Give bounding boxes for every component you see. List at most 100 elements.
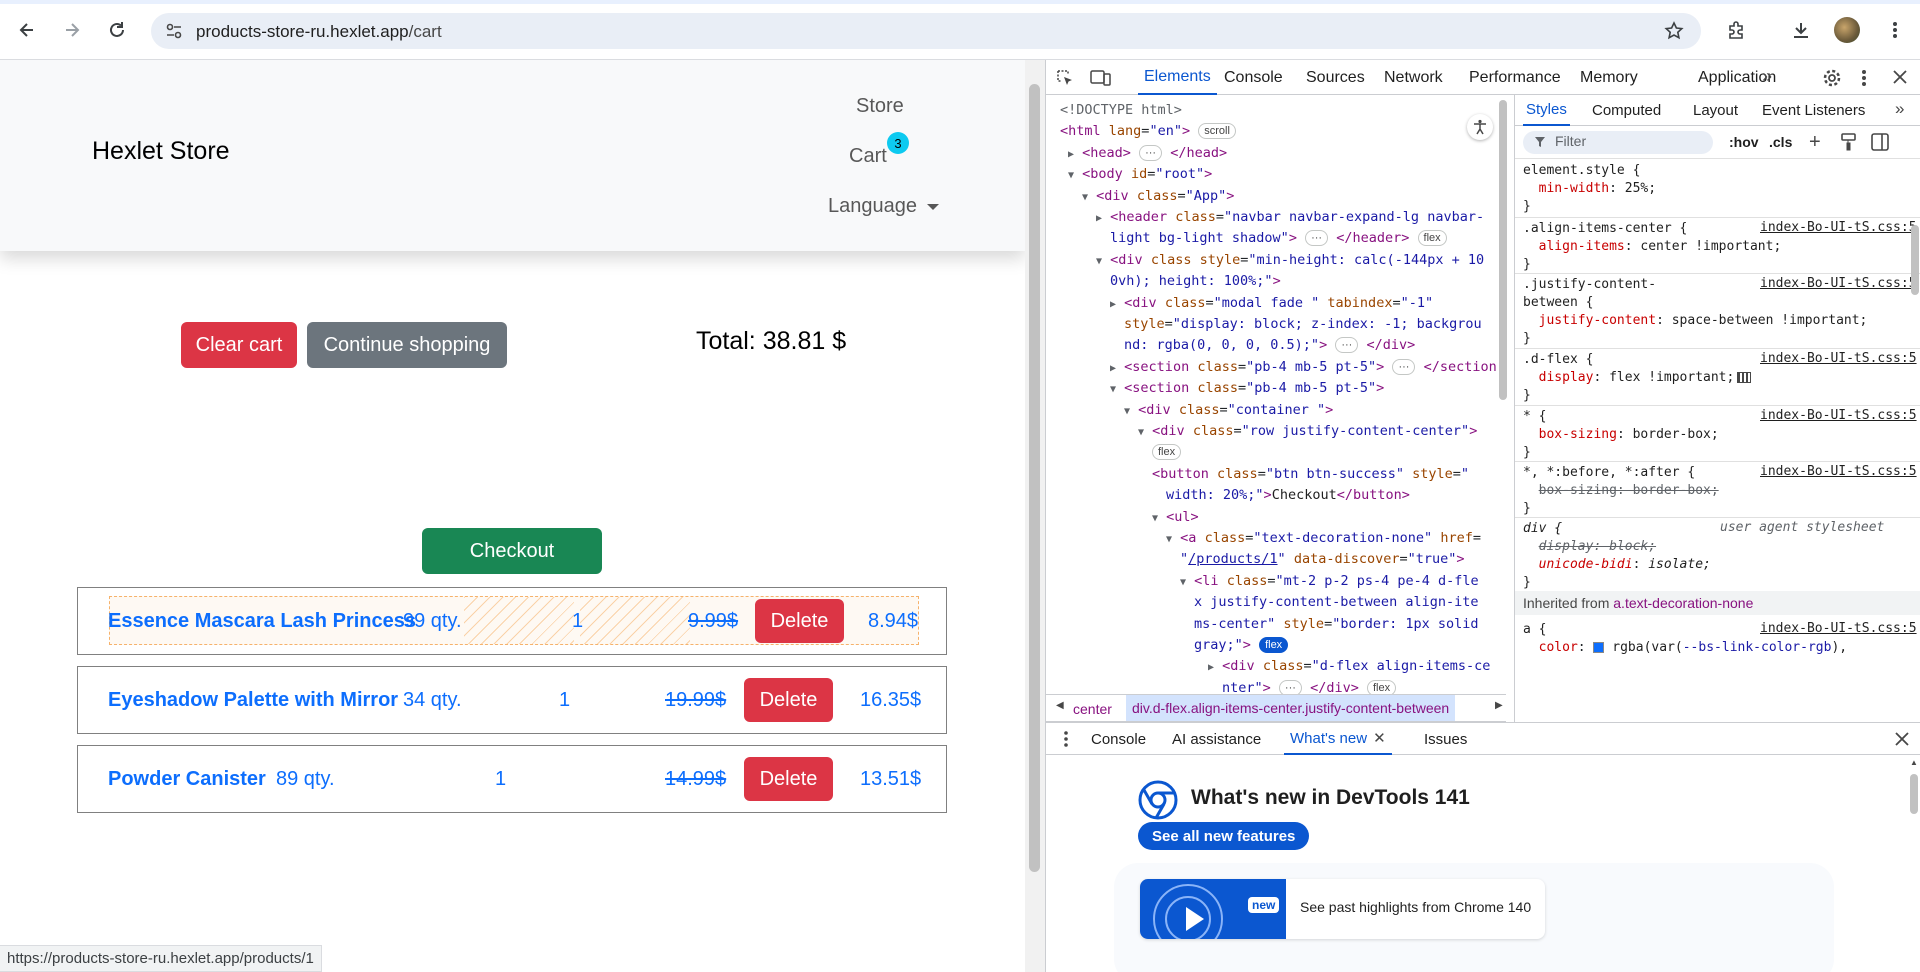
clear-cart-button[interactable]: Clear cart bbox=[181, 322, 297, 368]
delete-button[interactable]: Delete bbox=[755, 599, 844, 643]
scroll-up-arrow-icon[interactable]: ▲ bbox=[1910, 758, 1918, 767]
menu-dots-icon[interactable] bbox=[1878, 13, 1912, 47]
dom-node-line[interactable]: ▼ <section class="pb-4 mb-5 pt-5"> bbox=[1110, 378, 1384, 399]
tab-computed[interactable]: Computed bbox=[1592, 95, 1661, 126]
cls-toggle[interactable]: .cls bbox=[1769, 134, 1792, 150]
breadcrumb-current[interactable]: div.d-flex.align-items-center.justify-co… bbox=[1126, 695, 1456, 721]
drawer-scrollbar[interactable]: ▲ bbox=[1908, 758, 1920, 972]
dom-node-line[interactable]: x justify-content-between align-ite bbox=[1194, 592, 1478, 613]
cart-item-row[interactable]: Essence Mascara Lash Princess 99 qty. 1 … bbox=[77, 587, 947, 655]
back-arrow-icon[interactable] bbox=[10, 13, 44, 47]
tab-performance[interactable]: Performance bbox=[1469, 60, 1561, 95]
dom-node-line[interactable]: light bg-light shadow"> ··· </header> fl… bbox=[1110, 228, 1447, 249]
cart-item-row[interactable]: Powder Canister 89 qty. 1 14.99$ Delete … bbox=[77, 745, 947, 813]
breadcrumb-left-arrow-icon[interactable]: ◀ bbox=[1056, 700, 1064, 711]
dom-node-line[interactable]: gray;"> flex bbox=[1194, 635, 1289, 656]
checkout-button[interactable]: Checkout bbox=[422, 528, 602, 574]
rule-align-items-center[interactable]: .align-items-center { align-items: cente… bbox=[1523, 220, 1781, 274]
dom-node-line[interactable]: ▼ <a class="text-decoration-none" href= bbox=[1166, 528, 1481, 549]
tab-styles[interactable]: Styles bbox=[1523, 95, 1570, 126]
dom-node-line[interactable]: <!DOCTYPE html> bbox=[1060, 100, 1182, 121]
rule-d-flex[interactable]: .d-flex { display: flex !important; } bbox=[1523, 351, 1752, 405]
profile-avatar[interactable] bbox=[1834, 17, 1860, 43]
item-name[interactable]: Essence Mascara Lash Princess bbox=[108, 588, 416, 654]
color-swatch[interactable] bbox=[1593, 642, 1605, 653]
dom-node-line[interactable]: ▼ <div class="container "> bbox=[1124, 400, 1333, 421]
dom-node-line[interactable]: ▶ <head> ··· </head> bbox=[1068, 143, 1227, 164]
new-style-rule-icon[interactable]: + bbox=[1809, 132, 1821, 152]
breadcrumb-prev[interactable]: center bbox=[1073, 701, 1112, 717]
bookmark-star-icon[interactable] bbox=[1664, 21, 1684, 41]
tab-console[interactable]: Console bbox=[1224, 60, 1283, 95]
hov-toggle[interactable]: :hov bbox=[1729, 134, 1759, 150]
more-tabs-chevron-icon[interactable]: » bbox=[1762, 66, 1772, 87]
settings-gear-icon[interactable] bbox=[1822, 68, 1842, 88]
styles-scrollbar-thumb[interactable] bbox=[1911, 225, 1919, 295]
dom-node-line[interactable]: ms-center" style="border: 1px solid bbox=[1194, 614, 1479, 635]
nav-store-link[interactable]: Store bbox=[856, 95, 904, 118]
rule-universal[interactable]: * { box-sizing: border-box; } bbox=[1523, 408, 1719, 462]
accessibility-tree-icon[interactable] bbox=[1467, 114, 1493, 140]
dom-node-line[interactable]: ▼ <li class="mt-2 p-2 ps-4 pe-4 d-fle bbox=[1180, 571, 1479, 592]
dom-node-line[interactable]: ▼ <div class="row justify-content-center… bbox=[1138, 421, 1477, 442]
styles-filter-input[interactable]: Filter bbox=[1523, 131, 1713, 154]
more-panes-chevron-icon[interactable]: » bbox=[1895, 99, 1904, 119]
see-all-features-button[interactable]: See all new features bbox=[1138, 822, 1310, 850]
page-scrollbar[interactable] bbox=[1025, 60, 1045, 972]
rule-source-link[interactable]: index-Bo-UI-tS.css:5 bbox=[1760, 220, 1917, 235]
dom-node-line[interactable]: ▶ <header class="navbar navbar-expand-lg… bbox=[1096, 207, 1484, 228]
dom-node-line[interactable]: ▼ <div class style="min-height: calc(-14… bbox=[1096, 250, 1484, 271]
rule-universal-pseudo[interactable]: *, *:before, *:after { box-sizing: borde… bbox=[1523, 464, 1719, 518]
tab-sources[interactable]: Sources bbox=[1306, 60, 1365, 95]
tab-memory[interactable]: Memory bbox=[1580, 60, 1638, 95]
tab-layout[interactable]: Layout bbox=[1693, 95, 1738, 126]
reload-icon[interactable] bbox=[100, 13, 134, 47]
drawer-menu-icon[interactable] bbox=[1063, 730, 1069, 748]
rule-source-link[interactable]: index-Bo-UI-tS.css:5 bbox=[1760, 276, 1917, 291]
dom-node-line[interactable]: ▶ <div class="modal fade " tabindex="-1" bbox=[1110, 293, 1433, 314]
tab-event-listeners[interactable]: Event Listeners bbox=[1762, 95, 1865, 126]
delete-button[interactable]: Delete bbox=[744, 757, 833, 801]
download-icon[interactable] bbox=[1784, 13, 1818, 47]
tab-elements[interactable]: Elements bbox=[1138, 60, 1217, 95]
dom-node-line[interactable]: ▶ <div class="d-flex align-items-ce bbox=[1208, 656, 1490, 677]
close-tab-icon[interactable]: ✕ bbox=[1373, 729, 1386, 747]
paint-brush-icon[interactable] bbox=[1841, 133, 1857, 151]
language-dropdown[interactable]: Language bbox=[828, 195, 939, 218]
drawer-scrollbar-thumb[interactable] bbox=[1910, 774, 1918, 814]
cart-item-row[interactable]: Eyeshadow Palette with Mirror 34 qty. 1 … bbox=[77, 666, 947, 734]
close-devtools-icon[interactable] bbox=[1893, 70, 1907, 84]
continue-shopping-button[interactable]: Continue shopping bbox=[307, 322, 507, 368]
item-name[interactable]: Eyeshadow Palette with Mirror bbox=[108, 667, 398, 733]
dom-node-line[interactable]: "/products/1" data-discover="true"> bbox=[1180, 549, 1465, 570]
dom-node-line[interactable]: ▼ <div class="App"> bbox=[1082, 186, 1234, 207]
rule-source-link[interactable]: index-Bo-UI-tS.css:5 bbox=[1760, 621, 1917, 636]
extensions-icon[interactable] bbox=[1719, 13, 1753, 47]
drawer-tab-issues[interactable]: Issues bbox=[1424, 723, 1467, 755]
rule-source-link[interactable]: index-Bo-UI-tS.css:5 bbox=[1760, 351, 1917, 366]
rule-source-link[interactable]: index-Bo-UI-tS.css:5 bbox=[1760, 408, 1917, 423]
dom-node-line[interactable]: ▼ <ul> bbox=[1152, 507, 1199, 528]
rule-element-style[interactable]: element.style { min-width: 25%; } bbox=[1523, 162, 1656, 216]
elements-scrollbar-thumb[interactable] bbox=[1499, 100, 1507, 400]
address-bar[interactable]: products-store-ru.hexlet.app/cart bbox=[151, 13, 1701, 49]
close-drawer-icon[interactable] bbox=[1895, 732, 1909, 746]
breadcrumb-right-arrow-icon[interactable]: ▶ bbox=[1495, 700, 1503, 711]
dom-node-line[interactable]: 0vh); height: 100%;"> bbox=[1110, 271, 1281, 292]
inspect-element-icon[interactable] bbox=[1055, 68, 1075, 88]
nav-cart-link[interactable]: Cart bbox=[849, 145, 887, 168]
drawer-tab-console[interactable]: Console bbox=[1091, 723, 1146, 755]
page-scrollbar-thumb[interactable] bbox=[1029, 84, 1040, 872]
past-highlights-link[interactable]: new See past highlights from Chrome 140 bbox=[1140, 879, 1545, 939]
drawer-tab-ai-assistance[interactable]: AI assistance bbox=[1172, 723, 1261, 755]
drawer-tab-whats-new[interactable]: What's new ✕ bbox=[1284, 723, 1392, 755]
tab-network[interactable]: Network bbox=[1384, 60, 1443, 95]
dom-node-line[interactable]: <html lang="en"> scroll bbox=[1060, 121, 1236, 142]
elements-scrollbar[interactable] bbox=[1497, 100, 1507, 700]
dom-node-line[interactable]: nd: rgba(0, 0, 0, 0.5);"> ··· </div> bbox=[1124, 335, 1415, 356]
dom-node-line[interactable]: width: 20%;">Checkout</button> bbox=[1166, 485, 1410, 506]
elements-tree[interactable]: <!DOCTYPE html> <html lang="en"> scroll ▶ … bbox=[1046, 95, 1496, 709]
brand-logo[interactable]: Hexlet Store bbox=[92, 137, 230, 166]
dom-node-line[interactable]: flex bbox=[1152, 442, 1182, 463]
toggle-sidebar-icon[interactable] bbox=[1871, 133, 1889, 151]
